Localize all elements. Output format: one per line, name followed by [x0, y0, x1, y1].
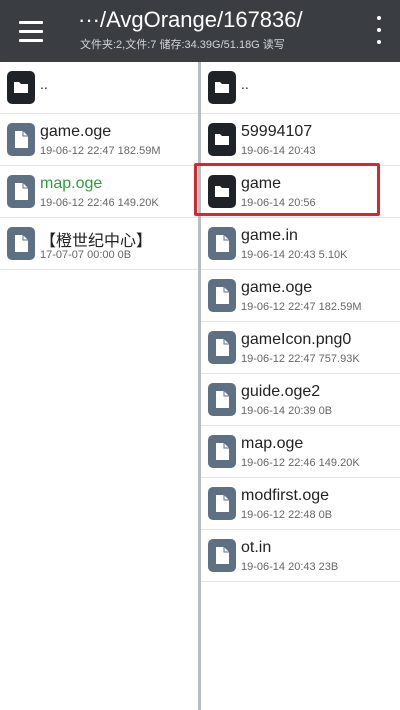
left-pane: .. game.oge 19-06-12 22:47 182.59M map.o…: [0, 62, 198, 710]
file-icon: [208, 331, 236, 364]
hamburger-menu-icon[interactable]: [14, 14, 48, 48]
file-icon: [7, 175, 35, 208]
file-name: game.oge: [40, 123, 112, 140]
file-name: 【橙世纪中心】: [40, 233, 153, 250]
file-meta: 19-06-14 20:39 0B: [241, 405, 333, 417]
parent-directory-item[interactable]: ..: [0, 62, 198, 114]
folder-icon: [7, 71, 35, 104]
list-item[interactable]: game.oge 19-06-12 22:47 182.59M: [201, 270, 400, 322]
file-meta: 19-06-12 22:47 757.93K: [241, 353, 360, 365]
file-name: guide.oge2: [241, 383, 321, 400]
file-manager-app: ···/AvgOrange/167836/ 文件夹:2,文件:7 储存:34.3…: [0, 0, 400, 710]
file-icon: [7, 123, 35, 156]
folder-meta: 19-06-14 20:56: [241, 197, 316, 209]
file-icon: [208, 227, 236, 260]
list-item[interactable]: 【橙世纪中心】 17-07-07 00:00 0B: [0, 218, 198, 270]
list-item[interactable]: 59994107 19-06-14 20:43: [201, 114, 400, 166]
file-meta: 19-06-12 22:46 149.20K: [40, 197, 159, 209]
file-icon: [208, 279, 236, 312]
file-icon: [208, 487, 236, 520]
right-pane: .. 59994107 19-06-14 20:43 game 19-06-14…: [201, 62, 400, 710]
folder-icon: [208, 123, 236, 156]
parent-directory-item[interactable]: ..: [201, 62, 400, 114]
file-meta: 19-06-12 22:47 182.59M: [241, 301, 362, 313]
file-name: gameIcon.png0: [241, 331, 352, 348]
file-meta: 19-06-12 22:47 182.59M: [40, 145, 161, 157]
list-item[interactable]: game.oge 19-06-12 22:47 182.59M: [0, 114, 198, 166]
file-icon: [208, 435, 236, 468]
file-meta: 19-06-12 22:46 149.20K: [241, 457, 360, 469]
folder-icon: [208, 71, 236, 104]
parent-directory-label: ..: [241, 76, 249, 92]
file-name: game.in: [241, 227, 298, 244]
file-meta: 19-06-14 20:43 5.10K: [241, 249, 348, 261]
file-meta: 17-07-07 00:00 0B: [40, 249, 132, 261]
list-item[interactable]: map.oge 19-06-12 22:46 149.20K: [0, 166, 198, 218]
list-item[interactable]: guide.oge2 19-06-14 20:39 0B: [201, 374, 400, 426]
list-item[interactable]: map.oge 19-06-12 22:46 149.20K: [201, 426, 400, 478]
list-item-selected[interactable]: game 19-06-14 20:56: [201, 166, 400, 218]
file-icon: [208, 539, 236, 572]
more-options-icon[interactable]: [372, 16, 386, 44]
list-item[interactable]: game.in 19-06-14 20:43 5.10K: [201, 218, 400, 270]
file-name: map.oge: [241, 435, 304, 452]
file-name: modfirst.oge: [241, 487, 330, 504]
file-meta: 19-06-14 20:43 23B: [241, 561, 339, 573]
folder-meta: 19-06-14 20:43: [241, 145, 316, 157]
file-name: map.oge: [40, 175, 103, 192]
current-path: ···/AvgOrange/167836/: [78, 7, 303, 32]
storage-status: 文件夹:2,文件:7 储存:34.39G/51.18G 读写: [80, 39, 285, 51]
folder-icon: [208, 175, 236, 208]
file-icon: [7, 227, 35, 260]
folder-name: 59994107: [241, 123, 313, 140]
list-item[interactable]: modfirst.oge 19-06-12 22:48 0B: [201, 478, 400, 530]
top-bar: ···/AvgOrange/167836/ 文件夹:2,文件:7 储存:34.3…: [0, 0, 400, 62]
list-item[interactable]: ot.in 19-06-14 20:43 23B: [201, 530, 400, 582]
file-name: ot.in: [241, 539, 272, 556]
file-name: game.oge: [241, 279, 313, 296]
list-item[interactable]: gameIcon.png0 19-06-12 22:47 757.93K: [201, 322, 400, 374]
file-icon: [208, 383, 236, 416]
file-meta: 19-06-12 22:48 0B: [241, 509, 333, 521]
folder-name: game: [241, 175, 282, 192]
parent-directory-label: ..: [40, 76, 48, 92]
